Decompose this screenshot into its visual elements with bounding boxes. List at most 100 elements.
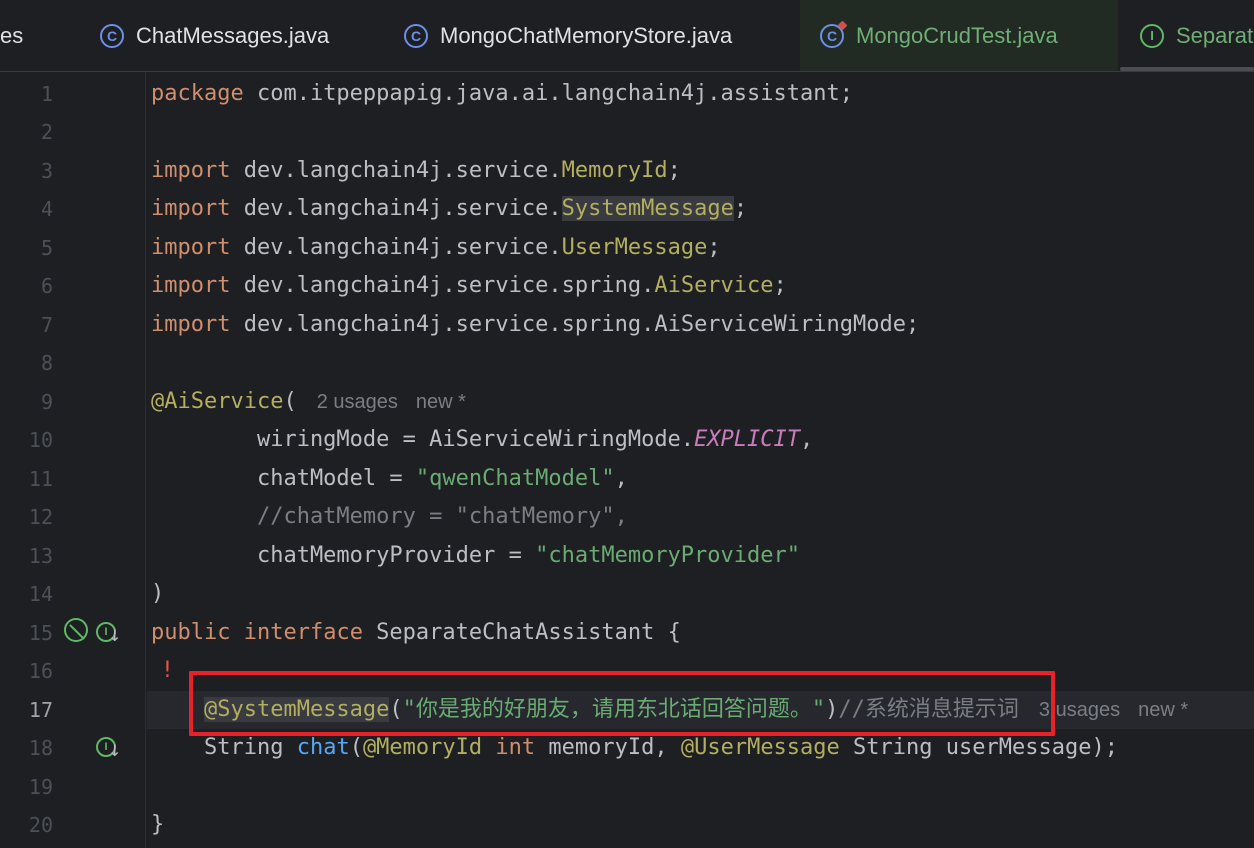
author-hint[interactable]: new *	[416, 391, 466, 413]
interface-icon: I	[1140, 23, 1164, 48]
import-class[interactable]: UserMessage	[562, 235, 708, 260]
line-number: 13	[28, 544, 53, 568]
code-line: chatMemoryProvider = "chatMemoryProvider…	[147, 537, 1254, 575]
import-path: dev.langchain4j.service.spring.AiService…	[230, 312, 920, 337]
keyword: import	[151, 158, 231, 183]
comma: ,	[614, 466, 628, 491]
line-number: 3	[40, 159, 53, 183]
tab-label: MongoCrudTest.java	[856, 22, 1058, 48]
code-line: @AiService(2 usages new *	[147, 383, 1254, 421]
code-text: String userMessage);	[839, 735, 1118, 760]
line-number: 6	[40, 274, 53, 298]
enum-constant[interactable]: EXPLICIT	[694, 427, 800, 452]
tab-truncated[interactable]: es	[0, 0, 64, 71]
paren: (	[349, 735, 363, 760]
line-number: 7	[40, 313, 53, 337]
code-line: import dev.langchain4j.service.spring.Ai…	[147, 306, 1254, 344]
highlight-box	[189, 671, 1055, 736]
import-path: dev.langchain4j.service.	[230, 235, 562, 260]
keyword: interface	[230, 620, 363, 645]
keyword: public	[151, 620, 231, 645]
usages-hint[interactable]: 2 usages	[317, 391, 398, 413]
code-text: }	[151, 812, 165, 837]
code-text: chatModel =	[151, 466, 416, 491]
line-number: 1	[40, 82, 53, 106]
code-line: import dev.langchain4j.service.UserMessa…	[147, 229, 1254, 267]
author-hint[interactable]: new *	[1138, 699, 1188, 721]
tab-scroll-indicator[interactable]	[1120, 67, 1254, 71]
keyword: import	[151, 273, 231, 298]
code-line: //chatMemory = "chatMemory",	[147, 498, 1254, 536]
import-class[interactable]: AiService	[654, 273, 773, 298]
line-number: 4	[40, 197, 53, 221]
code-line: wiringMode = AiServiceWiringMode.EXPLICI…	[147, 421, 1254, 459]
class-icon: C	[100, 23, 124, 48]
semicolon: ;	[667, 158, 681, 183]
line-number: 8	[40, 351, 53, 375]
code-line: import dev.langchain4j.service.MemoryId;	[147, 152, 1254, 190]
line-number: 16	[28, 659, 53, 683]
editor-gutter: 1 2 3 4 5 6 7 8 9 10 11 12 13 14 15 16 1…	[0, 72, 146, 848]
line-number: 10	[28, 428, 53, 452]
no-usages-icon[interactable]	[64, 618, 88, 642]
class-icon: C	[404, 23, 428, 48]
tab-chat-messages[interactable]: C ChatMessages.java	[100, 0, 400, 71]
test-class-icon: C	[820, 23, 844, 48]
code-text: wiringMode = AiServiceWiringMode.	[151, 427, 695, 452]
tab-mongo-chat-memory-store[interactable]: C MongoChatMemoryStore.java	[404, 0, 794, 71]
line-number: 9	[40, 390, 53, 414]
import-path: dev.langchain4j.service.	[230, 158, 562, 183]
import-class[interactable]: MemoryId	[562, 158, 668, 183]
line-number: 12	[28, 505, 53, 529]
tab-mongo-crud-test[interactable]: C MongoCrudTest.java	[800, 0, 1118, 71]
import-class-highlighted[interactable]: SystemMessage	[561, 196, 734, 221]
tab-label: Separat	[1176, 22, 1254, 48]
line-number: 15	[28, 621, 53, 645]
paren: (	[283, 389, 297, 414]
annotation[interactable]: @MemoryId	[363, 735, 482, 760]
code-line: public interface SeparateChatAssistant {	[147, 614, 1254, 652]
arrow-down-icon: ↓	[108, 741, 122, 760]
code-text: chatMemoryProvider =	[151, 543, 536, 568]
line-number: 5	[40, 236, 53, 260]
semicolon: ;	[707, 235, 721, 260]
tab-label: es	[0, 22, 24, 48]
comma: ,	[800, 427, 814, 452]
line-number: 19	[28, 775, 53, 799]
code-line: )	[147, 575, 1254, 613]
annotation[interactable]: @UserMessage	[681, 735, 840, 760]
comment: //chatMemory = "chatMemory",	[151, 504, 628, 529]
code-line: import dev.langchain4j.service.SystemMes…	[147, 190, 1254, 228]
tab-separate-chat-assistant[interactable]: I Separat	[1140, 0, 1254, 71]
keyword: int	[482, 735, 536, 760]
tab-label: ChatMessages.java	[136, 22, 330, 48]
line-number: 2	[40, 120, 53, 144]
line-number: 18	[28, 736, 53, 760]
line-number: 17	[28, 698, 53, 722]
interface-declaration[interactable]: SeparateChatAssistant {	[363, 620, 681, 645]
tab-label: MongoChatMemoryStore.java	[440, 22, 733, 48]
line-number: 11	[28, 467, 53, 491]
keyword: import	[151, 312, 231, 337]
import-path: dev.langchain4j.service.	[230, 196, 562, 221]
keyword: package	[151, 81, 244, 106]
arrow-down-icon: ↓	[108, 626, 122, 645]
code-text: )	[151, 581, 165, 606]
import-path: dev.langchain4j.service.spring.	[230, 273, 655, 298]
error-bulb-icon[interactable]: !	[163, 652, 172, 690]
code-text: memoryId,	[535, 735, 681, 760]
string-literal: "qwenChatModel"	[415, 466, 615, 491]
editor-tab-bar: es C ChatMessages.java C MongoChatMemory…	[0, 0, 1254, 72]
string-literal: "chatMemoryProvider"	[535, 543, 801, 568]
code-line: }	[147, 806, 1254, 844]
code-line: package com.itpeppapig.java.ai.langchain…	[147, 75, 1254, 113]
line-number: 20	[28, 813, 53, 837]
method-name[interactable]: chat	[297, 735, 350, 760]
keyword: import	[151, 235, 231, 260]
annotation[interactable]: @AiService	[151, 389, 283, 414]
line-number: 14	[28, 582, 53, 606]
package-name: com.itpeppapig.java.ai.langchain4j.assis…	[243, 81, 853, 106]
semicolon: ;	[733, 196, 748, 221]
code-line: chatModel = "qwenChatModel",	[147, 460, 1254, 498]
keyword: import	[151, 196, 231, 221]
